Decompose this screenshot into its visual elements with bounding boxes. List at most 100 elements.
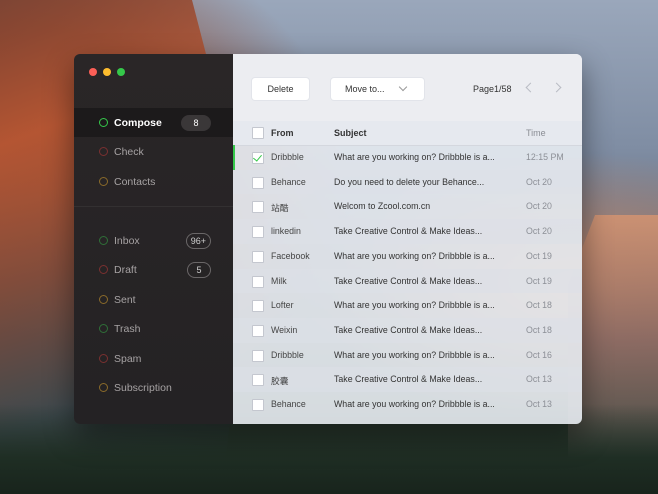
circle-icon xyxy=(99,147,108,156)
time-cell: Oct 18 xyxy=(526,300,552,311)
sender-cell: Milk xyxy=(271,275,287,286)
subject-cell: What are you working on? Dribbble is a..… xyxy=(334,349,495,360)
sender-cell: Behance xyxy=(271,176,306,187)
sidebar-item-label: Draft xyxy=(114,263,137,276)
table-row[interactable]: Dribbble What are you working on? Dribbbl… xyxy=(233,343,582,368)
subject-cell: Welcom to Zcool.com.cn xyxy=(334,201,431,212)
circle-icon xyxy=(99,324,108,333)
table-row[interactable]: Dribbble What are you working on? Dribbbl… xyxy=(233,145,582,170)
mail-window: Compose 8 Check Contacts Inbox 96+ Draft… xyxy=(74,54,582,424)
minimize-window-button[interactable] xyxy=(103,68,111,76)
table-row[interactable]: linkedin Take Creative Control & Make Ide… xyxy=(233,219,582,244)
sender-cell: Dribbble xyxy=(271,349,304,360)
time-cell: 12:15 PM xyxy=(526,152,564,162)
sidebar-item-contacts[interactable]: Contacts xyxy=(74,167,233,196)
row-checkbox[interactable] xyxy=(252,152,264,164)
previous-page-icon[interactable] xyxy=(525,82,536,93)
subject-cell: Take Creative Control & Make Ideas... xyxy=(334,275,483,286)
sidebar-item-label: Trash xyxy=(114,322,141,335)
time-cell: Oct 19 xyxy=(526,275,552,286)
subject-cell: Take Creative Control & Make Ideas... xyxy=(334,324,483,335)
count-badge: 96+ xyxy=(185,233,211,249)
sidebar-item-inbox[interactable]: Inbox 96+ xyxy=(74,226,233,255)
subject-cell: Take Creative Control & Make Ideas... xyxy=(334,226,483,237)
row-checkbox[interactable] xyxy=(252,226,264,239)
sidebar-item-label: Contacts xyxy=(114,175,156,188)
circle-icon xyxy=(99,177,108,186)
time-cell: Oct 16 xyxy=(526,349,552,360)
sidebar-item-subscription[interactable]: Subscription xyxy=(74,373,233,402)
row-checkbox[interactable] xyxy=(252,250,264,263)
row-checkbox[interactable] xyxy=(252,275,264,288)
subject-cell: Take Creative Control & Make Ideas... xyxy=(334,374,483,385)
row-checkbox[interactable] xyxy=(252,324,264,337)
circle-icon xyxy=(99,118,108,127)
table-row[interactable]: 胶囊 Take Creative Control & Make Ideas... O… xyxy=(233,367,582,392)
circle-icon xyxy=(99,354,108,363)
sidebar-item-label: Spam xyxy=(114,352,142,365)
time-cell: Oct 20 xyxy=(526,176,552,187)
time-cell: Oct 20 xyxy=(526,201,552,212)
row-checkbox[interactable] xyxy=(252,349,264,362)
zoom-window-button[interactable] xyxy=(117,68,125,76)
table-row[interactable]: Lofter What are you working on? Dribbble … xyxy=(233,293,582,318)
table-row[interactable]: 站酷 Welcom to Zcool.com.cn Oct 20 xyxy=(233,194,582,219)
circle-icon xyxy=(99,295,108,304)
table-row[interactable]: Facebook What are you working on? Dribbbl… xyxy=(233,244,582,269)
subject-cell: What are you working on? Dribbble is a..… xyxy=(334,300,495,311)
row-checkbox[interactable] xyxy=(252,300,264,313)
sidebar: Compose 8 Check Contacts Inbox 96+ Draft… xyxy=(74,54,233,424)
count-badge: 5 xyxy=(187,262,211,278)
sender-cell: 站酷 xyxy=(271,203,289,214)
sidebar-divider xyxy=(74,206,233,207)
sender-cell: Facebook xyxy=(271,250,310,261)
table-row[interactable]: Milk Take Creative Control & Make Ideas..… xyxy=(233,268,582,294)
close-window-button[interactable] xyxy=(89,68,97,76)
time-cell: Oct 20 xyxy=(526,226,552,237)
table-header: From Subject Time xyxy=(233,121,582,146)
sidebar-item-compose[interactable]: Compose 8 xyxy=(74,108,233,137)
sender-cell: linkedin xyxy=(271,226,301,237)
next-page-icon[interactable] xyxy=(551,82,562,93)
sidebar-item-label: Compose xyxy=(114,116,162,129)
sidebar-item-draft[interactable]: Draft 5 xyxy=(74,255,233,284)
circle-icon xyxy=(99,383,108,392)
column-header-subject[interactable]: Subject xyxy=(334,128,367,138)
sender-cell: Dribbble xyxy=(271,152,304,162)
delete-button[interactable]: Delete xyxy=(252,78,309,100)
time-cell: Oct 18 xyxy=(526,324,552,335)
sidebar-item-sent[interactable]: Sent xyxy=(74,285,233,314)
sender-cell: Lofter xyxy=(271,300,294,311)
sidebar-item-label: Inbox xyxy=(114,234,140,247)
sender-cell: 胶囊 xyxy=(271,376,289,387)
column-header-time[interactable]: Time xyxy=(526,128,546,138)
sidebar-item-check[interactable]: Check xyxy=(74,137,233,166)
table-row[interactable]: Behance Do you need to delete your Behanc… xyxy=(233,169,582,195)
table-row[interactable]: Weixin Take Creative Control & Make Ideas… xyxy=(233,317,582,343)
row-checkbox[interactable] xyxy=(252,374,264,387)
subject-cell: What are you working on? Dribbble is a..… xyxy=(334,250,495,261)
move-to-label: Move to... xyxy=(345,84,385,94)
select-all-checkbox[interactable] xyxy=(252,127,264,139)
circle-icon xyxy=(99,265,108,274)
row-checkbox[interactable] xyxy=(252,399,264,411)
table-row[interactable]: Behance What are you working on? Dribbble… xyxy=(233,392,582,417)
toolbar: Delete Move to... Page1/58 xyxy=(233,54,582,121)
subject-cell: Do you need to delete your Behance... xyxy=(334,176,485,187)
sidebar-item-spam[interactable]: Spam xyxy=(74,344,233,373)
sidebar-item-label: Subscription xyxy=(114,381,172,394)
column-header-from[interactable]: From xyxy=(271,128,294,138)
time-cell: Oct 13 xyxy=(526,374,552,385)
row-checkbox[interactable] xyxy=(252,176,264,189)
count-badge: 8 xyxy=(181,115,211,131)
sidebar-item-trash[interactable]: Trash xyxy=(74,314,233,343)
message-pane: Delete Move to... Page1/58 From Subject … xyxy=(233,54,582,424)
page-indicator: Page1/58 xyxy=(473,84,512,94)
subject-cell: What are you working on? Dribbble is a..… xyxy=(334,152,495,162)
row-checkbox[interactable] xyxy=(252,201,264,214)
time-cell: Oct 13 xyxy=(526,399,552,409)
move-to-dropdown[interactable]: Move to... xyxy=(331,78,424,100)
circle-icon xyxy=(99,236,108,245)
sidebar-item-label: Check xyxy=(114,145,144,158)
chevron-down-icon xyxy=(398,82,408,92)
